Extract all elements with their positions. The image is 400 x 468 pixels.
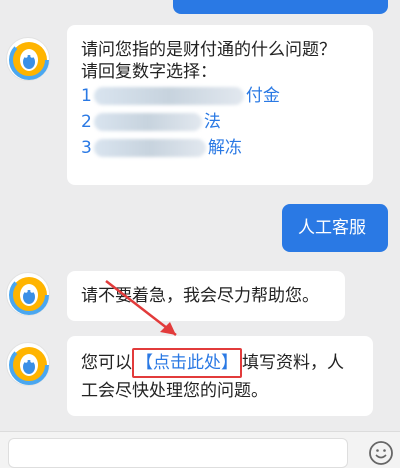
red-arrow-icon xyxy=(105,280,177,336)
message-input[interactable] xyxy=(8,438,348,468)
input-bar xyxy=(0,431,400,468)
emoji-icon[interactable] xyxy=(368,440,394,466)
